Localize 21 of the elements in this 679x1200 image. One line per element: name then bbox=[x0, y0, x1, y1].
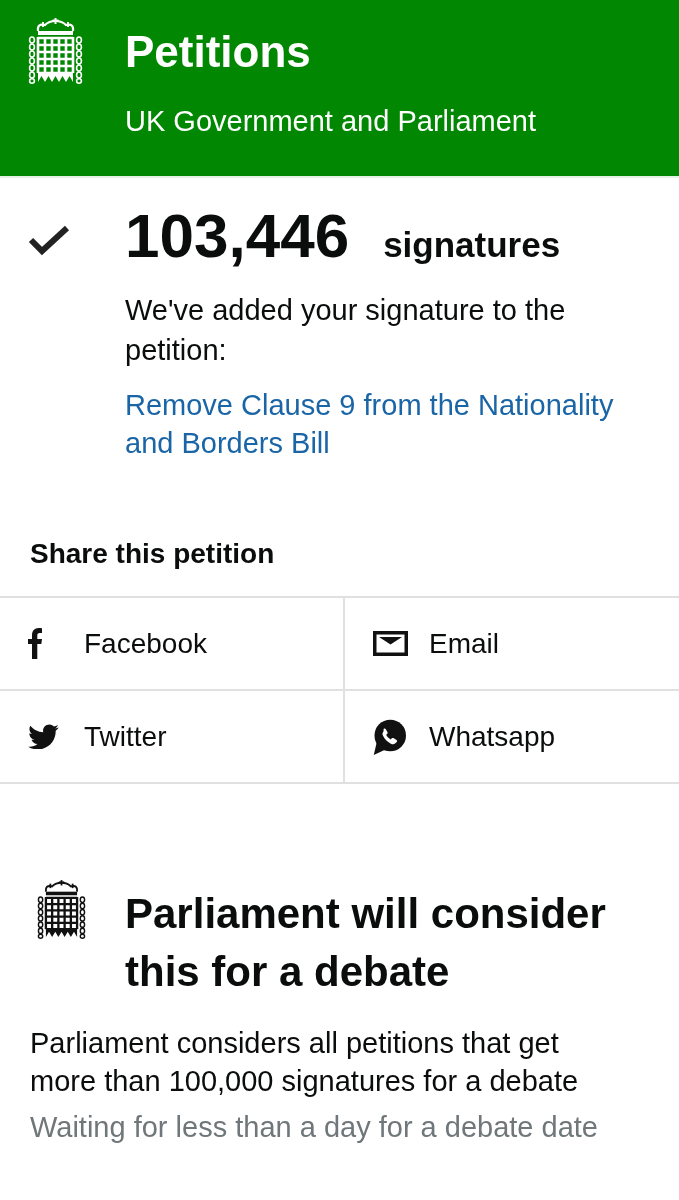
site-title: Petitions bbox=[125, 26, 312, 78]
debate-description: Parliament considers all petitions that get more than 100,000 signatures for a debate bbox=[30, 1026, 580, 1099]
signatures-label: signatures bbox=[383, 225, 561, 265]
envelope-icon bbox=[373, 631, 408, 656]
share-link[interactable]: Twitter bbox=[0, 691, 345, 784]
bird-icon bbox=[28, 724, 59, 749]
debate-status: Waiting for less than a day for a debate date bbox=[30, 1110, 599, 1145]
portcullis-icon bbox=[37, 879, 86, 940]
portcullis-icon bbox=[28, 18, 83, 84]
checkmark-icon bbox=[28, 225, 70, 256]
share-link[interactable]: Facebook bbox=[0, 598, 345, 691]
phone-bubble-icon bbox=[373, 718, 406, 755]
share-link[interactable]: Email bbox=[345, 598, 679, 691]
debate-heading: Parliament will consider this for a debate bbox=[125, 889, 607, 997]
share-heading: Share this petition bbox=[30, 537, 276, 571]
facebook-f-icon bbox=[28, 628, 42, 659]
site-subtitle: UK Government and Parliament bbox=[125, 104, 537, 139]
confirmation-message: We've added your signature to the petition: bbox=[125, 293, 567, 368]
signature-count: 103,446 bbox=[125, 201, 350, 271]
petition-link[interactable]: Remove Clause 9 from the Nationality and Borders Bill bbox=[125, 386, 655, 462]
share-link[interactable]: Whatsapp bbox=[345, 691, 679, 784]
